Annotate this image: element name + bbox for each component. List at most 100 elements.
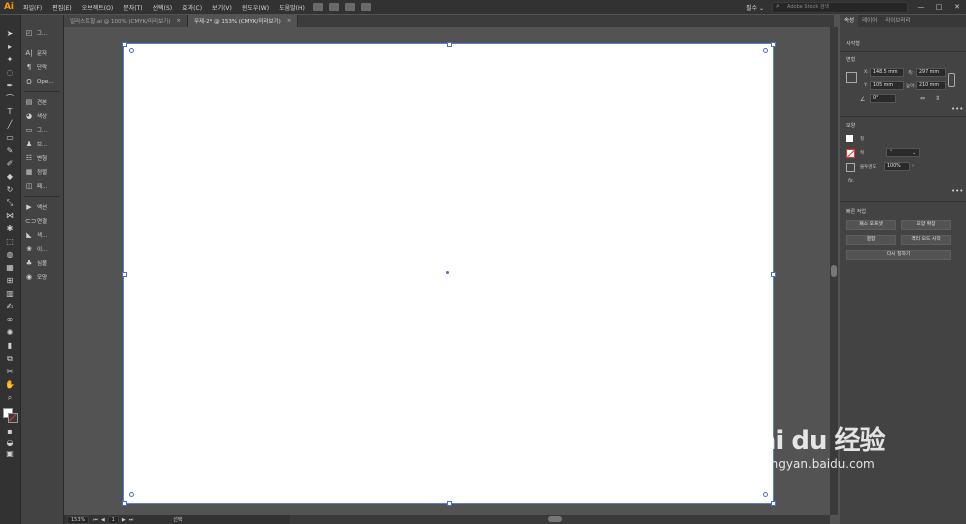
resize-handle[interactable] [771,42,776,47]
tab-layers[interactable]: 레이어 [858,15,881,27]
panel-item[interactable]: O Ope... [25,77,53,87]
corner-widget[interactable] [763,48,768,53]
rectangle-tool-icon[interactable]: ▭ [4,133,16,143]
menu-view[interactable]: 보기(V) [207,3,237,12]
column-graph-icon[interactable]: ▮ [4,341,16,351]
stroke-color-swatch[interactable] [846,149,855,158]
scroll-thumb[interactable] [831,265,837,277]
blend-tool-icon[interactable]: ∞ [4,315,16,325]
resize-handle[interactable] [122,42,127,47]
magic-wand-icon[interactable]: ✦ [4,55,16,65]
color-mode-icon[interactable]: ▪ [4,427,16,437]
type-tool-icon[interactable]: T [4,107,16,117]
tab-document-1[interactable]: 일러스트할.ai @ 100% (CMYK/미리보기) × [64,15,188,27]
width-tool-icon[interactable]: ⋈ [4,211,16,221]
panel-item[interactable]: ♣ 심볼 [25,258,47,268]
resize-handle[interactable] [122,501,127,506]
menu-object[interactable]: 오브젝트(O) [77,3,119,12]
panel-item[interactable]: ◫ 패... [25,181,48,191]
nav-prev-icon[interactable]: ◀ [101,517,105,523]
artboard[interactable] [122,42,776,506]
fx-icon[interactable]: fx. [848,178,854,184]
lasso-icon[interactable]: ◌ [4,68,16,78]
free-transform-icon[interactable]: ⬚ [4,237,16,247]
panel-item[interactable]: ▦ 정렬 [25,167,47,177]
panel-item[interactable]: ◉ 모양 [25,272,47,282]
gpu-performance-icon[interactable] [360,3,371,11]
width-field[interactable]: 297 mm [916,68,946,77]
resize-handle[interactable] [771,501,776,506]
panel-item[interactable]: ☷ 변형 [25,153,47,163]
reference-point-icon[interactable] [846,72,857,83]
resize-handle[interactable] [771,272,776,277]
menu-help[interactable]: 도움말(H) [274,3,310,12]
menu-effect[interactable]: 효과(C) [177,3,207,12]
artboard-tool-icon[interactable]: ⧉ [4,354,16,364]
slice-tool-icon[interactable]: ✂ [4,367,16,377]
shape-builder-icon[interactable]: ◍ [4,250,16,260]
chevron-down-icon[interactable]: ⌄ [912,150,916,156]
unite-button[interactable]: 결합 [846,235,896,245]
paintbrush-icon[interactable]: ✎ [4,146,16,156]
symbol-sprayer-icon[interactable]: ✺ [4,328,16,338]
artboard-number-field[interactable]: 1 [107,515,119,524]
curvature-tool-icon[interactable]: ⌒ [4,94,16,104]
rotate-tool-icon[interactable]: ↻ [4,185,16,195]
panel-item[interactable]: A| 문자 [25,48,47,58]
screen-mode-icon[interactable]: ▣ [4,449,16,459]
panel-item[interactable]: ◕ 색상 [25,111,47,121]
panel-item[interactable]: ⊂⊃ 연결 [25,216,47,226]
close-icon[interactable]: ✕ [948,3,966,11]
menu-file[interactable]: 파일(F) [18,3,47,12]
resize-handle[interactable] [447,501,452,506]
stock-search-input[interactable]: Adobe Stock 검색 [772,1,908,13]
panel-item[interactable]: ▭ 그... [25,125,48,135]
zoom-field[interactable]: 153% [67,515,90,524]
direct-selection-tool-icon[interactable]: ▸ [4,42,16,52]
tab-close-icon[interactable]: × [176,18,181,24]
canvas-area[interactable] [64,27,828,515]
menu-type[interactable]: 문자(T) [118,3,147,12]
panel-item[interactable]: ▤ 견본 [25,97,47,107]
horizontal-scrollbar[interactable] [290,515,830,524]
menu-select[interactable]: 선택(S) [148,3,178,12]
nav-last-icon[interactable]: ⏭ [129,517,134,523]
scale-tool-icon[interactable]: ⤡ [4,198,16,208]
offset-path-button[interactable]: 패스 오프셋 [846,220,896,230]
flip-horizontal-icon[interactable]: ⇔ [920,95,925,102]
stock-icon[interactable] [328,3,339,11]
panel-item[interactable]: ¶ 단락 [25,62,47,72]
isolation-mode-button[interactable]: 격리 모드 시작 [901,235,951,245]
corner-widget[interactable] [129,492,134,497]
workspace-switcher[interactable]: 필수 ⌄ [746,3,764,12]
pen-tool-icon[interactable]: ✒ [4,81,16,91]
panel-item[interactable]: ♟ 브... [25,139,47,149]
flip-vertical-icon[interactable]: ⇕ [935,95,940,102]
tab-properties[interactable]: 속성 [840,15,859,27]
shaper-tool-icon[interactable]: ✐ [4,159,16,169]
line-tool-icon[interactable]: ╱ [4,120,16,130]
arrange-documents-icon[interactable] [344,3,355,11]
tab-close-icon[interactable]: × [287,18,292,24]
maximize-icon[interactable]: □ [930,3,948,11]
scroll-thumb[interactable] [548,516,562,522]
zoom-tool-icon[interactable]: ⌕ [4,393,16,403]
drawing-mode-icon[interactable]: ◒ [4,438,16,448]
puppet-warp-icon[interactable]: ✱ [4,224,16,234]
expand-appearance-button[interactable]: 모양 확장 [901,220,951,230]
corner-widget[interactable] [129,48,134,53]
height-field[interactable]: 210 mm [916,81,946,90]
panel-item[interactable]: ◣ 색... [25,230,47,240]
mesh-tool-icon[interactable]: ⊞ [4,276,16,286]
resize-handle[interactable] [122,272,127,277]
more-options-icon[interactable]: ••• [951,105,963,113]
panel-item[interactable]: ◰ 그... [25,28,48,38]
gradient-tool-icon[interactable]: ▥ [4,289,16,299]
chevron-right-icon[interactable]: › [912,163,914,169]
selection-tool-icon[interactable]: ➤ [4,29,16,39]
minimize-icon[interactable]: — [912,3,930,11]
more-options-icon[interactable]: ••• [951,187,963,195]
angle-field[interactable]: 0° [870,94,896,103]
y-field[interactable]: 105 mm [870,81,904,90]
tab-document-2[interactable]: 무제-2* @ 153% (CMYK/미리보기) × [187,15,299,27]
